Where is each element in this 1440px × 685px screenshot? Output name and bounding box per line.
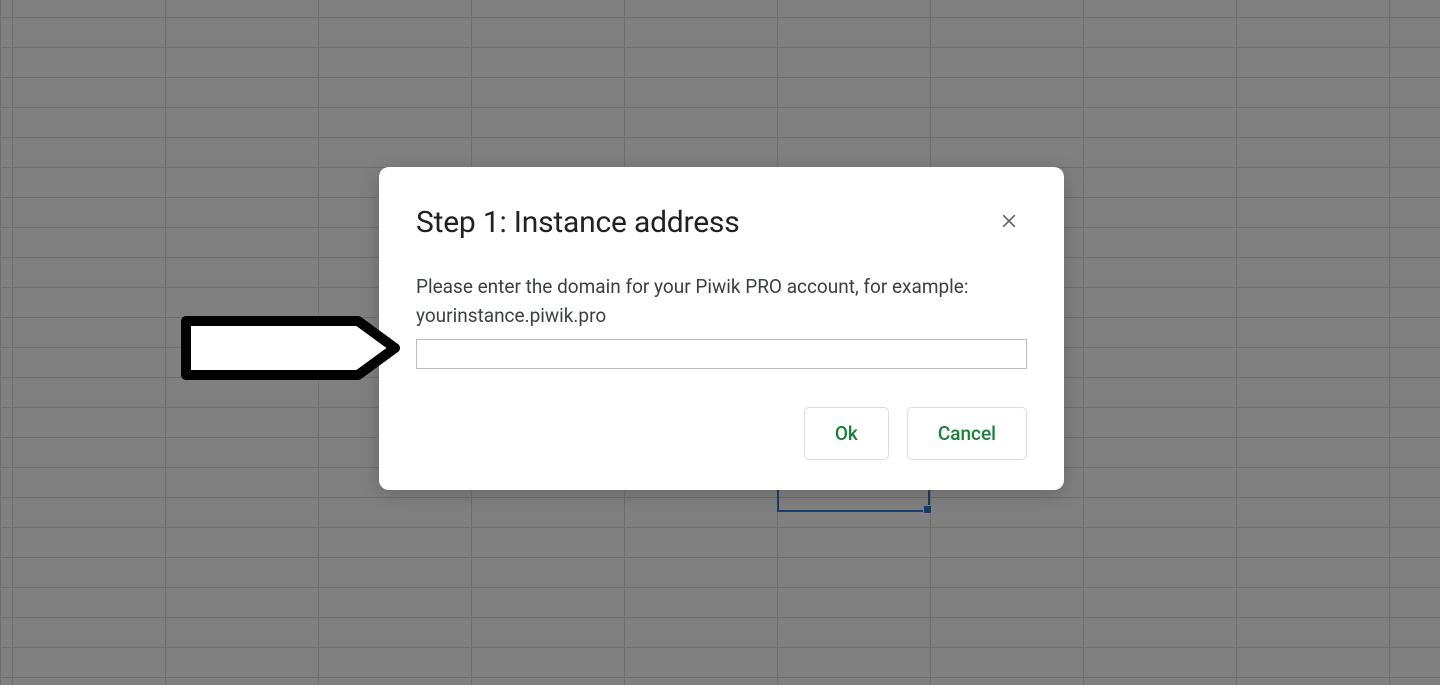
instance-domain-input[interactable] (416, 339, 1027, 369)
grid-row-line (0, 47, 1440, 48)
close-icon (999, 211, 1019, 231)
grid-column-line (12, 0, 13, 685)
grid-row-line (0, 647, 1440, 648)
grid-column-line (1389, 0, 1390, 685)
grid-row-line (0, 77, 1440, 78)
grid-row-line (0, 557, 1440, 558)
callout-arrow-annotation (178, 313, 403, 387)
grid-row-line (0, 587, 1440, 588)
dialog-title: Step 1: Instance address (416, 205, 739, 240)
cancel-button[interactable]: Cancel (907, 407, 1027, 460)
dialog-description: Please enter the domain for your Piwik P… (416, 272, 1027, 331)
grid-row-line (0, 677, 1440, 678)
grid-column-line (1083, 0, 1084, 685)
grid-row-line (0, 497, 1440, 498)
grid-row-line (0, 527, 1440, 528)
grid-column-line (1236, 0, 1237, 685)
grid-row-line (0, 107, 1440, 108)
grid-row-line (0, 617, 1440, 618)
grid-column-line (0, 0, 1, 685)
grid-column-line (165, 0, 166, 685)
ok-button[interactable]: Ok (804, 407, 889, 460)
dialog-header: Step 1: Instance address (416, 205, 1027, 240)
instance-address-dialog: Step 1: Instance address Please enter th… (379, 167, 1064, 490)
grid-row-line (0, 137, 1440, 138)
grid-row-line (0, 17, 1440, 18)
close-button[interactable] (995, 207, 1023, 238)
dialog-button-row: Ok Cancel (416, 407, 1027, 460)
